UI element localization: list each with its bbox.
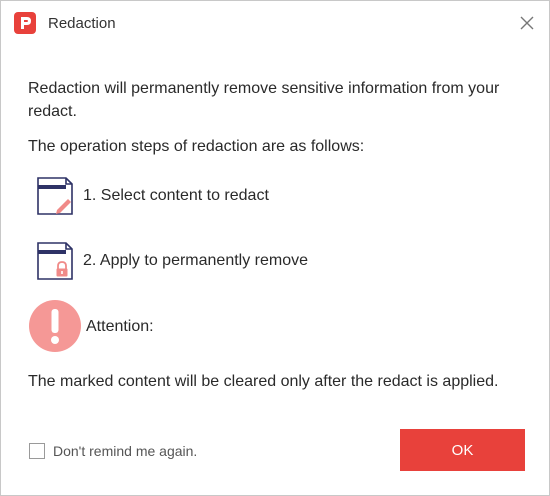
intro-text: Redaction will permanently remove sensit…: [28, 80, 500, 120]
app-logo-icon: [14, 12, 36, 34]
window-title: Redaction: [48, 15, 116, 32]
exclamation-icon: [29, 300, 81, 352]
note-text: The marked content will be cleared only …: [28, 373, 499, 390]
dont-remind-checkbox[interactable]: [29, 443, 45, 459]
attention-label: Attention:: [86, 318, 154, 335]
redaction-dialog: Redaction Redaction will permanently rem…: [0, 0, 550, 496]
ok-button[interactable]: OK: [400, 429, 525, 471]
dont-remind-label[interactable]: Don't remind me again.: [53, 443, 197, 459]
close-icon[interactable]: [517, 13, 537, 33]
title-bar: Redaction: [1, 1, 549, 47]
step-2-label: 2. Apply to permanently remove: [83, 252, 309, 269]
document-pencil-icon: [37, 177, 73, 215]
steps-heading: The operation steps of redaction are as …: [28, 138, 365, 155]
document-lock-icon: [37, 242, 73, 280]
step-1-label: 1. Select content to redact: [83, 187, 269, 204]
